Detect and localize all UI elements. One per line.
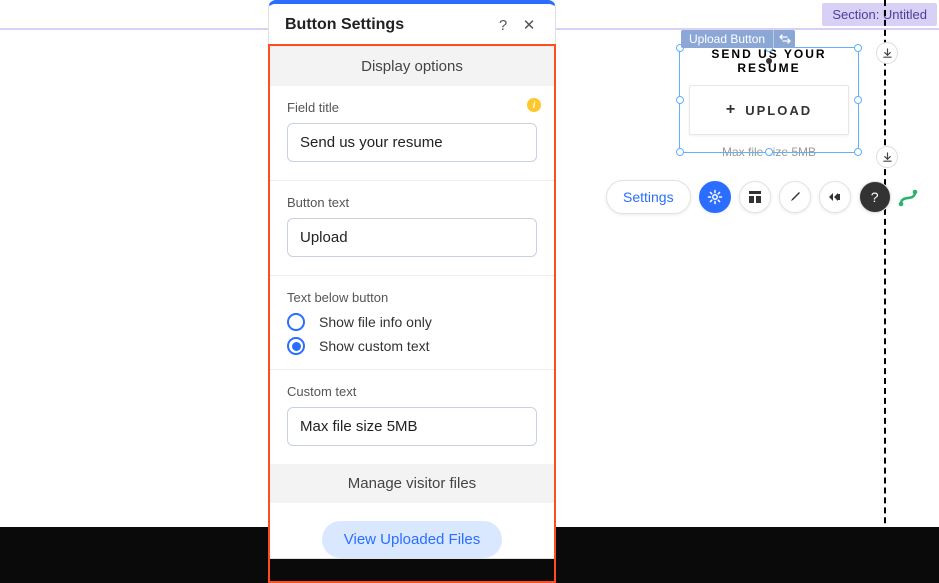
panel-header: Button Settings ? ✕ [269,4,555,47]
radio-label: Show custom text [319,338,430,354]
widget-tag[interactable]: Upload Button [681,30,795,48]
gear-icon[interactable] [699,181,731,213]
field-title-group: Field title [269,86,555,181]
swap-icon[interactable] [773,30,795,48]
brush-icon[interactable] [779,181,811,213]
floating-toolbar: Settings ? [606,180,891,214]
settings-button[interactable]: Settings [606,180,691,214]
button-text-input[interactable] [287,218,537,257]
rotate-handle[interactable] [766,58,772,64]
download-icon[interactable] [876,42,898,64]
info-icon[interactable] [527,98,541,112]
radio-icon [287,313,305,331]
panel-title: Button Settings [285,16,487,34]
radio-custom-text[interactable]: Show custom text [287,337,537,355]
button-text-label: Button text [287,195,537,210]
custom-text-label: Custom text [287,384,537,399]
section-tag[interactable]: Section: Untitled [822,3,937,26]
resize-handle-mb[interactable] [765,148,773,156]
display-options-header: Display options [269,47,555,86]
path-icon[interactable] [898,188,918,208]
resize-handle-br[interactable] [854,148,862,156]
radio-file-info-only[interactable]: Show file info only [287,313,537,331]
custom-text-input[interactable] [287,407,537,446]
animate-icon[interactable] [819,181,851,213]
resize-handle-tr[interactable] [854,44,862,52]
layout-icon[interactable] [739,181,771,213]
text-below-group: Text below button Show file info only Sh… [269,276,555,464]
resize-handle-ml[interactable] [676,96,684,104]
help-icon[interactable]: ? [493,17,513,34]
download-icon[interactable] [876,146,898,168]
text-below-label: Text below button [287,290,537,305]
radio-label: Show file info only [319,314,432,330]
field-title-label: Field title [287,100,537,115]
resize-handle-mr[interactable] [854,96,862,104]
button-settings-panel: Button Settings ? ✕ Display options Fiel… [268,0,556,559]
vertical-guideline [884,0,886,583]
resize-handle-bl[interactable] [676,148,684,156]
field-title-input[interactable] [287,123,537,162]
upload-widget-selection[interactable]: Upload Button SEND US YOUR RESUME + UPLO… [679,35,859,159]
radio-icon [287,337,305,355]
view-uploaded-files-button[interactable]: View Uploaded Files [322,521,502,558]
button-text-group: Button text [269,181,555,276]
divider [269,369,555,370]
close-icon[interactable]: ✕ [519,16,539,34]
widget-tag-label: Upload Button [681,32,773,46]
manage-visitor-files-header: Manage visitor files [269,464,555,503]
selection-box [679,47,859,153]
help-icon[interactable]: ? [859,181,891,213]
